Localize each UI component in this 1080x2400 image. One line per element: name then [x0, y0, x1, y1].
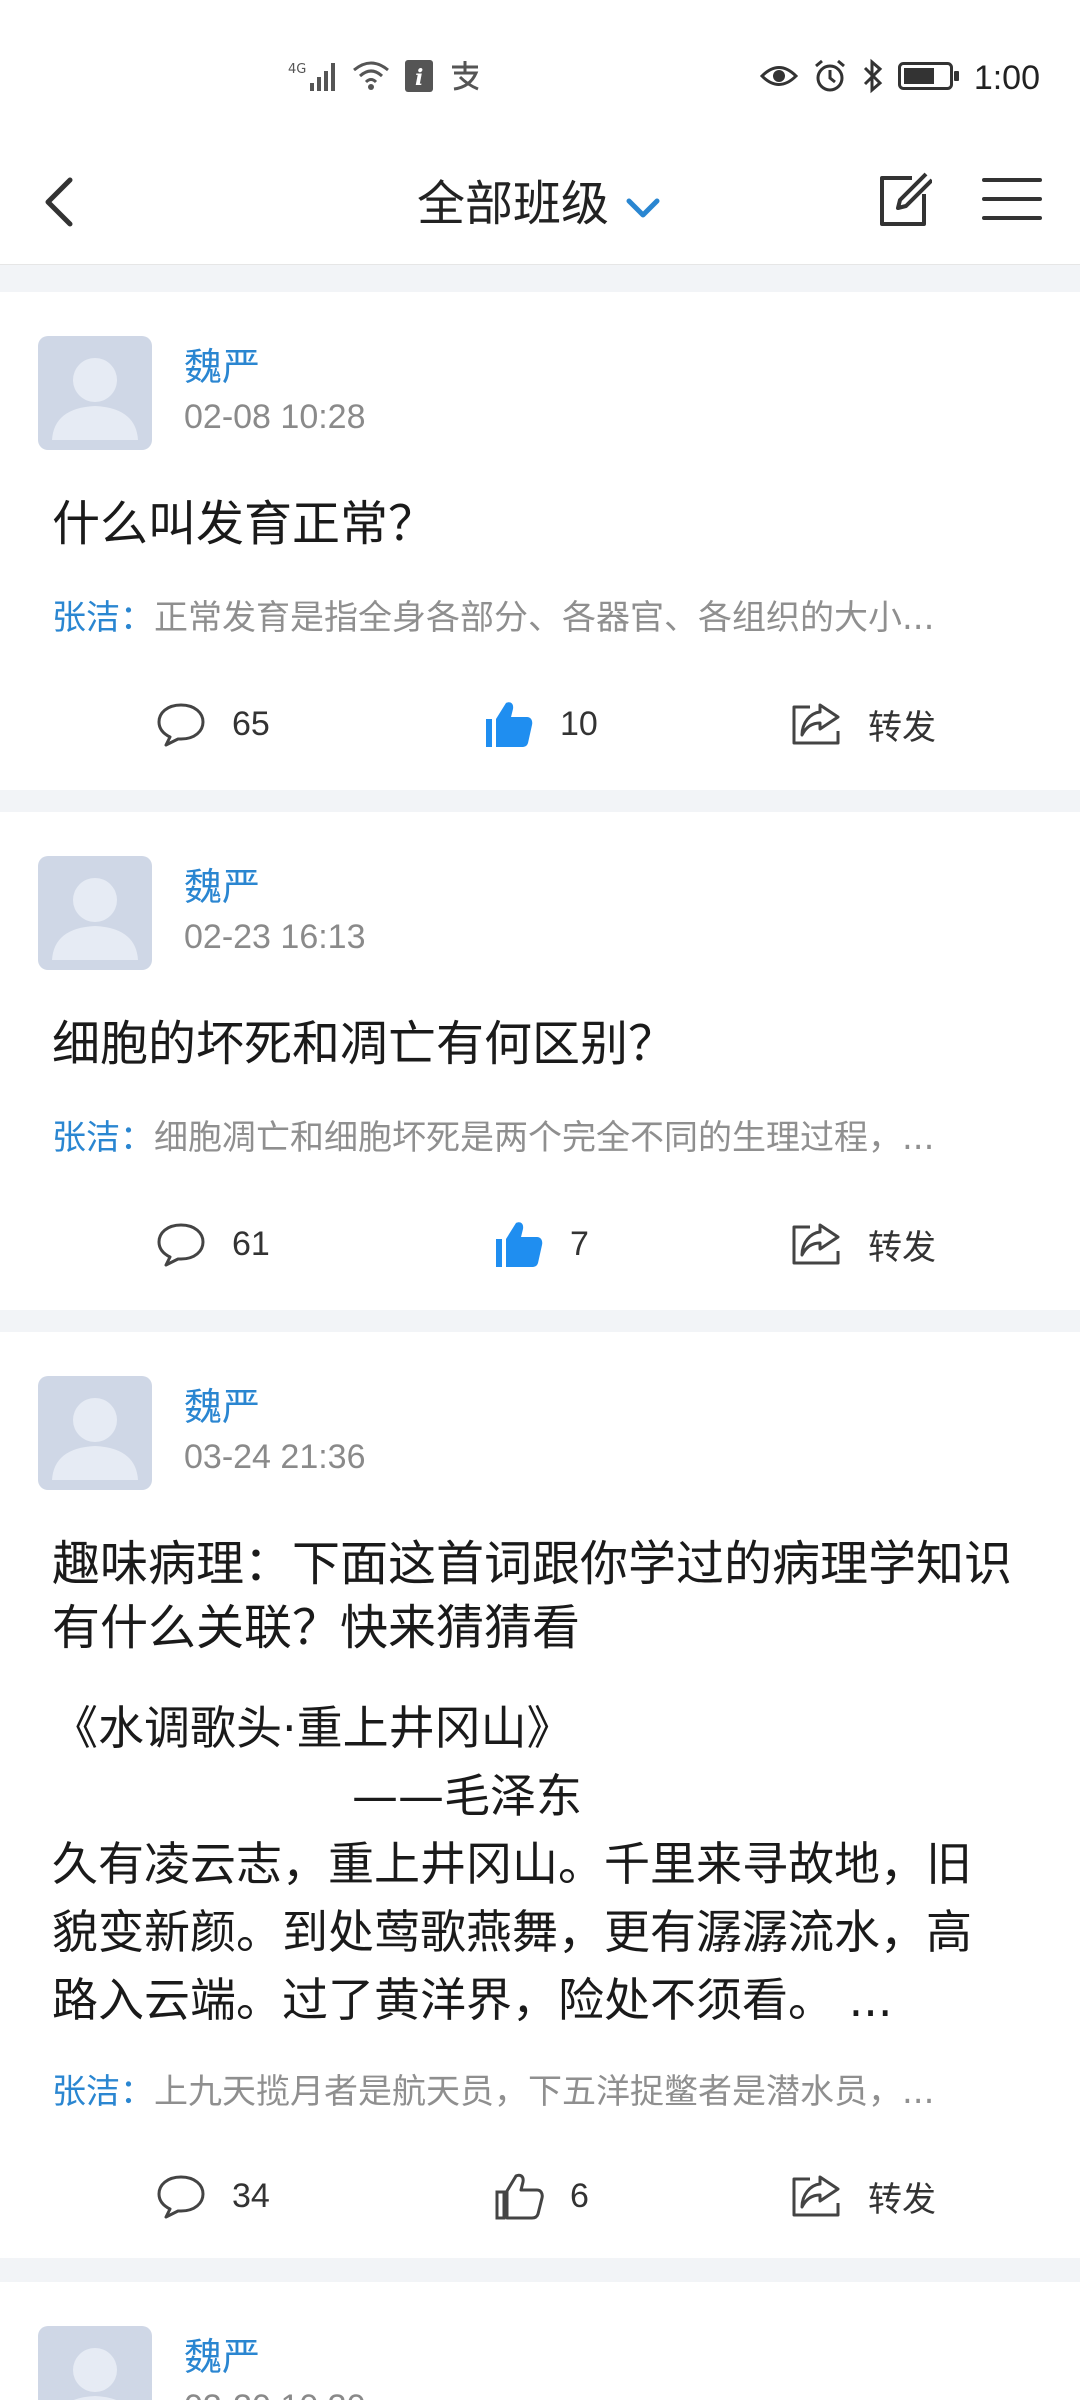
battery-icon [897, 60, 960, 96]
like-button[interactable]: 7 [494, 1214, 589, 1274]
latest-reply[interactable]: 张洁：正常发育是指全身各部分、各器官、各组织的大小... [52, 590, 1020, 639]
reply-text: 细胞凋亡和细胞坏死是两个完全不同的生理过程，... [154, 1118, 935, 1158]
post-time: 02-23 16:13 [184, 918, 366, 956]
poem-line: 貌变新颜。到处莺歌燕舞，更有潺潺流水，高 [52, 1905, 972, 1959]
author-name[interactable]: 魏严 [184, 1376, 260, 1431]
avatar[interactable] [38, 2326, 152, 2400]
svg-text:i: i [415, 65, 423, 91]
post-card[interactable]: 魏严 03-30 10:30 [0, 2282, 1080, 2400]
svg-text:4G: 4G [288, 62, 306, 77]
comment-button[interactable]: 34 [156, 2166, 270, 2226]
default-avatar-icon [73, 2348, 117, 2400]
default-avatar-icon [52, 358, 138, 440]
reply-text: 上九天揽月者是航天员，下五洋捉鳖者是潜水员，... [154, 2072, 935, 2112]
share-icon [792, 2175, 840, 2217]
like-count: 6 [570, 2176, 589, 2215]
thumbs-up-outline-icon [495, 2173, 544, 2220]
thumbs-up-icon [496, 1222, 543, 1267]
status-right-icons: 1:00 [759, 56, 1040, 100]
comment-button[interactable]: 61 [156, 1214, 270, 1274]
share-label: 转发 [868, 707, 936, 748]
post-actions: 61 7 转发 [0, 1214, 1080, 1274]
author-name[interactable]: 魏严 [184, 336, 260, 391]
like-count: 7 [570, 1224, 589, 1263]
avatar[interactable] [38, 1376, 152, 1490]
author-name[interactable]: 魏严 [184, 856, 260, 911]
poem-author: ——毛泽东 [352, 1769, 582, 1823]
thumbs-up-icon [486, 702, 533, 747]
author-name[interactable]: 魏严 [184, 2326, 260, 2381]
share-button[interactable]: 转发 [790, 1214, 936, 1274]
share-button[interactable]: 转发 [790, 694, 936, 754]
comment-count: 34 [232, 2176, 270, 2215]
wifi-icon [352, 60, 390, 96]
comment-button[interactable]: 65 [156, 694, 270, 754]
compose-button[interactable] [876, 170, 934, 230]
clock: 1:00 [973, 58, 1040, 97]
post-title[interactable]: 细胞的坏死和凋亡有何区别？ [52, 1012, 1028, 1076]
menu-icon [982, 178, 1042, 220]
page-title: 全部班级 [416, 176, 609, 232]
post-time: 02-08 10:28 [184, 398, 366, 436]
status-left-icons: 4G i [288, 58, 482, 98]
alarm-icon [812, 58, 848, 98]
latest-reply[interactable]: 张洁：细胞凋亡和细胞坏死是两个完全不同的生理过程，... [52, 1110, 1020, 1159]
menu-button[interactable] [982, 174, 1042, 224]
share-icon [792, 703, 840, 745]
post-title[interactable]: 趣味病理：下面这首词跟你学过的病理学知识有什么关联？快来猜猜看 [52, 1532, 1040, 1660]
bluetooth-icon [862, 58, 884, 98]
post-card[interactable]: 魏严 02-08 10:28 什么叫发育正常？ 张洁：正常发育是指全身各部分、各… [0, 292, 1080, 790]
post-card[interactable]: 魏严 02-23 16:13 细胞的坏死和凋亡有何区别？ 张洁：细胞凋亡和细胞坏… [0, 812, 1080, 1310]
comment-icon [157, 2175, 205, 2219]
eye-icon [759, 61, 798, 95]
chevron-down-icon [623, 179, 663, 235]
latest-reply[interactable]: 张洁：上九天揽月者是航天员，下五洋捉鳖者是潜水员，... [52, 2064, 1020, 2113]
share-button[interactable]: 转发 [790, 2166, 936, 2226]
share-label: 转发 [868, 1227, 936, 1268]
comment-icon [157, 1223, 205, 1267]
like-button[interactable]: 10 [484, 694, 598, 754]
reply-author: 张洁： [52, 2072, 154, 2112]
post-time: 03-30 10:30 [184, 2388, 366, 2400]
signal-icon: 4G [288, 59, 338, 97]
share-icon [792, 1223, 840, 1265]
comment-count: 65 [232, 704, 270, 743]
avatar[interactable] [38, 336, 152, 450]
poem-title: 《水调歌头·重上井冈山》 [52, 1701, 573, 1755]
nav-bar: 全部班级 [0, 140, 1080, 265]
comment-icon [157, 703, 205, 747]
post-actions: 34 6 转发 [0, 2166, 1080, 2226]
edit-icon [880, 172, 934, 226]
info-icon: i [404, 59, 434, 97]
like-button[interactable]: 6 [494, 2166, 589, 2226]
default-avatar-icon [52, 878, 138, 960]
post-title[interactable]: 什么叫发育正常？ [52, 492, 1028, 556]
post-actions: 65 10 转发 [0, 694, 1080, 754]
poem-line: 久有凌云志，重上井冈山。千里来寻故地，旧 [52, 1837, 972, 1891]
reply-author: 张洁： [52, 1118, 154, 1158]
alipay-icon [448, 59, 482, 97]
status-bar: 4G i 1:00 [0, 0, 1080, 140]
share-label: 转发 [868, 2179, 936, 2220]
post-time: 03-24 21:36 [184, 1438, 366, 1476]
avatar[interactable] [38, 856, 152, 970]
reply-text: 正常发育是指全身各部分、各器官、各组织的大小... [154, 598, 935, 638]
comment-count: 61 [232, 1224, 270, 1263]
default-avatar-icon [52, 1398, 138, 1480]
post-card[interactable]: 魏严 03-24 21:36 趣味病理：下面这首词跟你学过的病理学知识有什么关联… [0, 1332, 1080, 2258]
post-body[interactable]: 《水调歌头·重上井冈山》 ——毛泽东 久有凌云志，重上井冈山。千里来寻故地，旧 … [52, 1694, 1040, 2034]
poem-line: 路入云端。过了黄洋界，险处不须看。 ... [52, 1973, 893, 2027]
like-count: 10 [560, 704, 598, 743]
reply-author: 张洁： [52, 598, 154, 638]
